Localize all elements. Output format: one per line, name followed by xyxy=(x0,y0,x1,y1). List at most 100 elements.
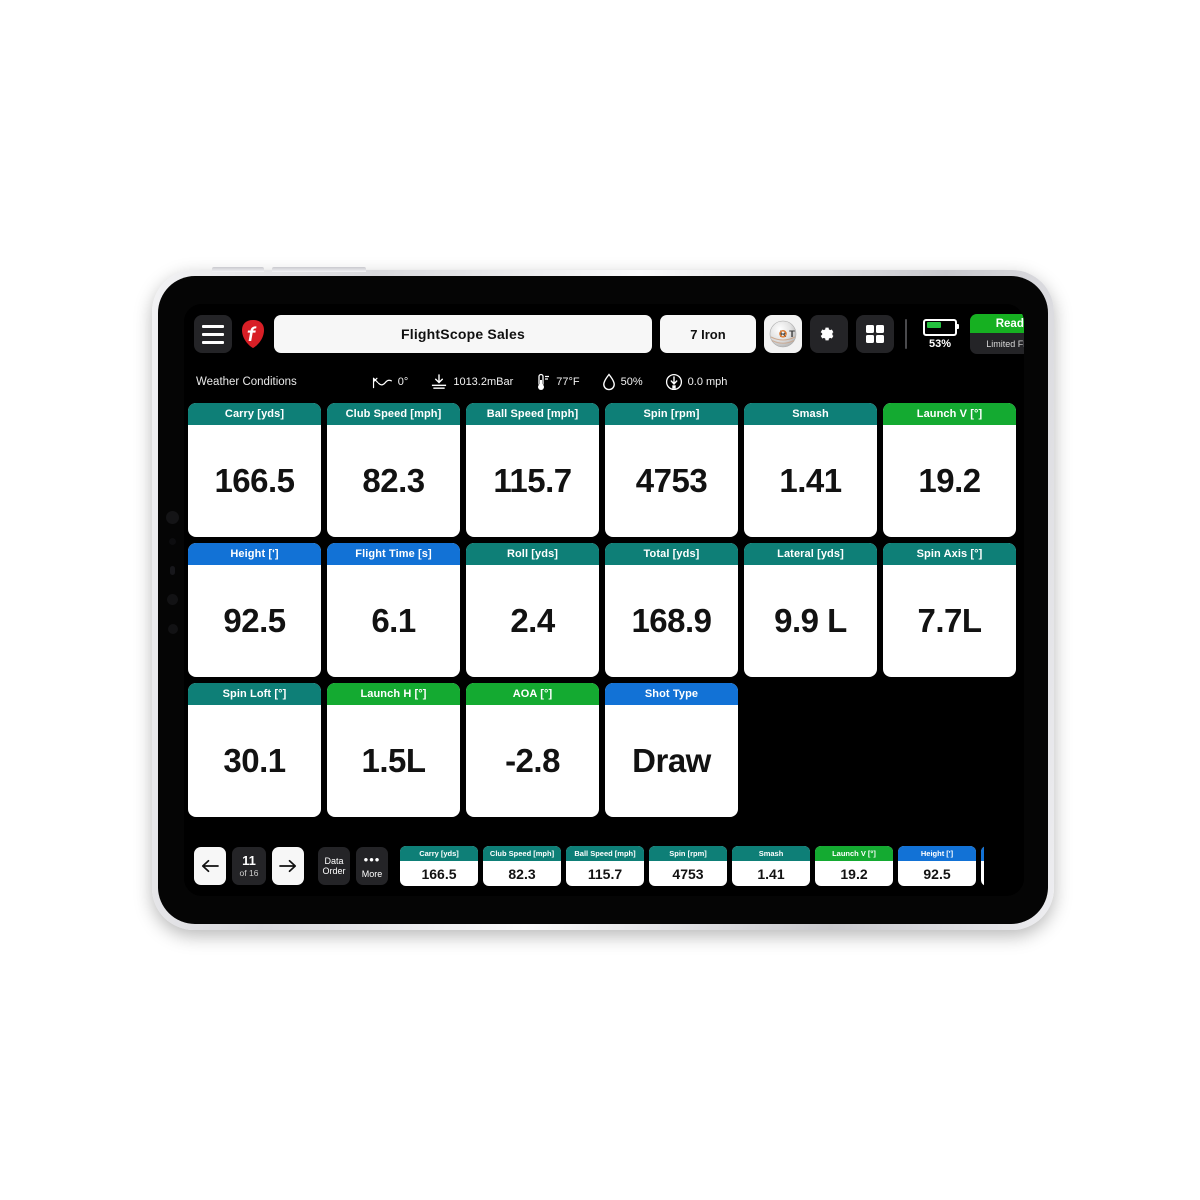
grid-view-icon xyxy=(866,325,884,343)
mini-metric-value: 166.5 xyxy=(421,865,457,882)
metric-tile-label: Ball Speed [mph] xyxy=(466,403,599,425)
more-button[interactable]: ••• More xyxy=(356,847,388,885)
metric-tile-value: 30.1 xyxy=(223,742,286,779)
mini-metric-tile[interactable]: Club Speed [mph] 82.3 xyxy=(483,846,561,886)
tablet-screen: FlightScope Sales 7 Iron R T 53% Read Li… xyxy=(184,304,1024,896)
status-ready-label: Ready xyxy=(970,314,1024,333)
shot-counter[interactable]: 11 of 16 xyxy=(232,847,266,885)
metric-tile[interactable]: Total [yds] 168.9 xyxy=(605,543,738,677)
mini-metric-value: 19.2 xyxy=(840,865,868,882)
tablet-volume-button[interactable] xyxy=(212,267,264,272)
metric-tile-label: Club Speed [mph] xyxy=(327,403,460,425)
next-shot-button[interactable] xyxy=(272,847,304,885)
mini-metric-tile[interactable]: Carry [yds] 166.5 xyxy=(400,846,478,886)
metric-tile[interactable]: Smash 1.41 xyxy=(744,403,877,537)
metric-tile[interactable]: Carry [yds] 166.5 xyxy=(188,403,321,537)
mini-metric-tile[interactable]: Ball Speed [mph] 115.7 xyxy=(566,846,644,886)
club-selector[interactable]: 7 Iron xyxy=(660,315,756,353)
metric-tile[interactable]: Club Speed [mph] 82.3 xyxy=(327,403,460,537)
weather-pressure-value: 1013.2mBar xyxy=(453,376,514,388)
more-dots-icon: ••• xyxy=(363,851,381,867)
metric-tile[interactable]: Ball Speed [mph] 115.7 xyxy=(466,403,599,537)
metric-tile-value: 166.5 xyxy=(214,462,295,499)
proximity-sensor-icon xyxy=(167,594,178,605)
more-label: More xyxy=(361,868,383,879)
metric-tile-label: Spin Axis [°] xyxy=(883,543,1016,565)
mini-metric-value: 115.7 xyxy=(587,865,623,882)
status-badge[interactable]: Ready Limited Flight xyxy=(970,314,1024,354)
metric-tile[interactable]: Roll [yds] 2.4 xyxy=(466,543,599,677)
rct-ball-button[interactable]: R T xyxy=(764,315,802,353)
weather-conditions-label: Weather Conditions xyxy=(196,376,297,388)
mini-metric-value xyxy=(981,861,984,886)
session-title-text: FlightScope Sales xyxy=(401,326,525,342)
wind-speed-icon xyxy=(665,373,682,391)
hamburger-menu-icon xyxy=(202,332,224,336)
metrics-grid: Carry [yds] 166.5 Club Speed [mph] 82.3 Ball… xyxy=(188,403,1020,823)
status-mode-label: Limited Flight xyxy=(986,338,1024,349)
ambient-sensor-icon xyxy=(169,538,176,545)
metric-tile-value: 19.2 xyxy=(918,462,981,499)
bottom-bar: 11 of 16 Data Order ••• More Carry [yds]… xyxy=(184,836,1024,896)
battery-icon xyxy=(923,318,959,336)
metric-tile-label: Total [yds] xyxy=(605,543,738,565)
tablet-power-button[interactable] xyxy=(272,267,366,272)
mini-metric-label: Club Speed [mph] xyxy=(483,846,561,861)
mini-metrics-strip[interactable]: Carry [yds] 166.5 Club Speed [mph] 82.3 Ball… xyxy=(400,846,984,886)
mini-metric-value: 82.3 xyxy=(508,865,536,882)
mini-metric-tile[interactable]: Smash 1.41 xyxy=(732,846,810,886)
metric-tile-value: 115.7 xyxy=(493,462,572,499)
weather-humidity-value: 50% xyxy=(620,376,643,388)
metric-tile[interactable]: Spin Loft [°] 30.1 xyxy=(188,683,321,817)
battery-indicator: 53% xyxy=(918,318,962,350)
mini-metric-label: Spin [rpm] xyxy=(649,846,727,861)
metric-tile[interactable]: AOA [°] -2.8 xyxy=(466,683,599,817)
metric-tile[interactable]: Launch H [°] 1.5L xyxy=(327,683,460,817)
settings-button[interactable] xyxy=(810,315,848,353)
gear-icon xyxy=(820,327,834,341)
data-order-button[interactable]: Data Order xyxy=(318,847,350,885)
metric-tile-label: Spin Loft [°] xyxy=(188,683,321,705)
weather-wind-direction-value: 0° xyxy=(397,376,409,388)
grid-view-button[interactable] xyxy=(856,315,894,353)
metric-tile-value: 92.5 xyxy=(223,602,286,639)
flightscope-logo-icon xyxy=(240,318,266,350)
hamburger-menu-button[interactable] xyxy=(194,315,232,353)
tablet-device: FlightScope Sales 7 Iron R T 53% Read Li… xyxy=(152,267,1054,930)
metric-tile-value: 2.4 xyxy=(510,602,555,639)
metric-tile-label: Shot Type xyxy=(605,683,738,705)
metric-tile-label: Launch V [°] xyxy=(883,403,1016,425)
previous-shot-button[interactable] xyxy=(194,847,226,885)
session-title-field[interactable]: FlightScope Sales xyxy=(274,315,652,353)
metric-tile[interactable]: Shot Type Draw xyxy=(605,683,738,817)
weather-wind-direction: 0° xyxy=(371,375,409,390)
data-order-label-line2: Order xyxy=(322,866,346,876)
data-order-label-line1: Data xyxy=(324,855,344,866)
metric-tile-label: Smash xyxy=(744,403,877,425)
mini-metric-tile[interactable]: Spin [rpm] 4753 xyxy=(649,846,727,886)
metric-tile[interactable]: Spin [rpm] 4753 xyxy=(605,403,738,537)
weather-bar: Weather Conditions 0° 1013.2mBar 77°F 50… xyxy=(184,364,1024,400)
svg-text:T: T xyxy=(789,329,795,340)
metric-tile-value: 82.3 xyxy=(362,462,425,499)
arrow-left-icon xyxy=(201,859,219,873)
metric-tile[interactable]: Height ['] 92.5 xyxy=(188,543,321,677)
metric-tile-label: Spin [rpm] xyxy=(605,403,738,425)
mini-metric-value: 4753 xyxy=(672,865,704,882)
weather-pressure: 1013.2mBar xyxy=(430,373,514,391)
page-root: FlightScope Sales 7 Iron R T 53% Read Li… xyxy=(0,0,1200,1200)
metric-tile[interactable]: Lateral [yds] 9.9 L xyxy=(744,543,877,677)
metric-tile[interactable]: Spin Axis [°] 7.7L xyxy=(883,543,1016,677)
metrics-row: Height ['] 92.5 Flight Time [s] 6.1 Roll [yd… xyxy=(188,543,1020,677)
mini-metric-tile[interactable]: Height ['] 92.5 xyxy=(898,846,976,886)
metric-tile[interactable]: Launch V [°] 19.2 xyxy=(883,403,1016,537)
metric-tile-label: AOA [°] xyxy=(466,683,599,705)
club-label: 7 Iron xyxy=(690,326,726,342)
weather-humidity: 50% xyxy=(602,373,643,391)
mini-metric-tile[interactable]: Flig xyxy=(981,846,984,886)
metric-tile[interactable]: Flight Time [s] 6.1 xyxy=(327,543,460,677)
metric-tile-label: Lateral [yds] xyxy=(744,543,877,565)
shot-total: of 16 xyxy=(239,867,259,878)
metric-tile-label: Flight Time [s] xyxy=(327,543,460,565)
mini-metric-tile[interactable]: Launch V [°] 19.2 xyxy=(815,846,893,886)
